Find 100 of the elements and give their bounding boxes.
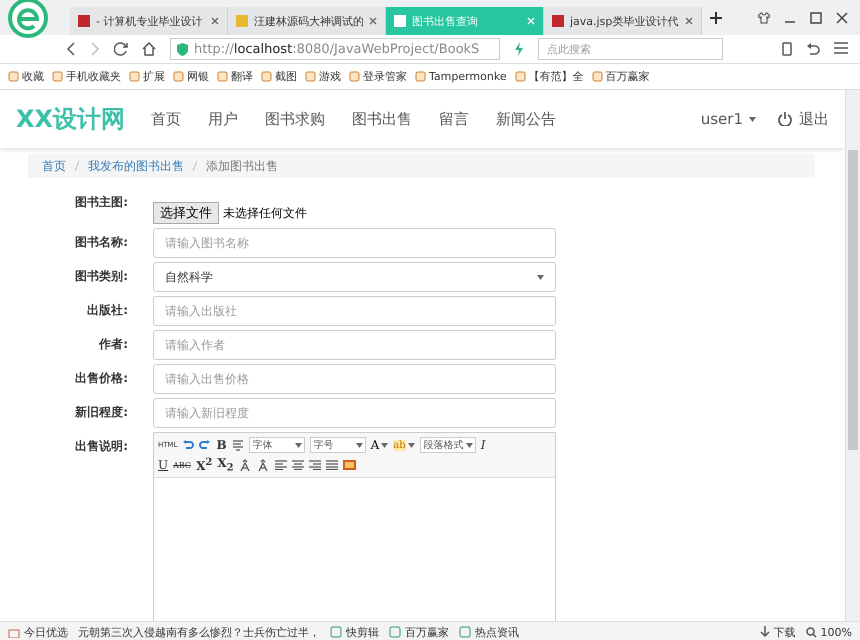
bookmark-icon [415,71,426,82]
caret-icon [537,274,544,280]
zoom-level[interactable]: 100% [806,626,852,638]
choose-file-button[interactable]: 选择文件 [153,202,219,224]
toolbar-button[interactable]: I [480,438,486,452]
maximize-icon[interactable] [810,12,822,24]
file-status: 未选择任何文件 [223,204,307,222]
field-label: 出售说明: [74,438,128,455]
close-icon[interactable] [685,17,693,25]
bookmark-icon [129,71,140,82]
news-ticker[interactable]: 元朝第三次入侵越南有多么惨烈？士兵伤亡过半， [78,624,320,640]
download-icon [760,626,770,638]
browser-logo-icon[interactable] [8,0,48,38]
field-label: 图书主图: [74,194,128,211]
caret-icon [466,442,473,448]
toolbar-button[interactable]: X$^{2}$ [196,457,212,473]
search-icon [806,626,817,638]
toolbar-button[interactable]: B [216,438,227,452]
bookmark-item[interactable]: 截图 [261,69,297,84]
back-icon[interactable] [66,42,76,56]
clear-format-icon[interactable] [232,439,244,451]
align-center-icon[interactable] [292,460,304,470]
bookmark-icon [349,71,360,82]
toolbar-select[interactable]: 字号 [310,437,366,453]
align-left-icon[interactable] [274,460,287,470]
toolbar-button[interactable]: ABC [173,460,192,470]
close-icon[interactable] [211,17,219,25]
menu-icon[interactable] [834,42,848,54]
nav-link[interactable]: 用户 [208,110,238,128]
browser-tab[interactable]: - 计算机专业毕业设计 [70,7,228,35]
bookmark-item[interactable]: 收藏 [8,69,44,84]
redo-icon[interactable] [199,439,212,451]
bookmark-icon [592,71,603,82]
align-right-icon[interactable] [308,460,321,470]
nav-link[interactable]: 图书求购 [265,110,326,128]
nav-link[interactable]: 留言 [439,110,470,128]
field-label: 新旧程度: [74,404,128,421]
bookmark-icon [173,71,184,82]
bookmark-item[interactable]: 登录管家 [349,69,407,84]
bookmark-item[interactable]: 翻译 [217,69,253,84]
caret-icon [294,442,302,448]
bookmark-item[interactable]: Tampermonke [415,70,507,83]
bookmark-item[interactable]: 网银 [173,69,209,84]
bookmark-icon [52,71,63,82]
lightning-icon[interactable] [514,42,524,56]
status-item[interactable]: 快剪辑 [330,624,379,640]
download-button[interactable]: 下载 [760,624,796,640]
browser-tab[interactable]: 汪建林源码大神调试的 [228,7,386,35]
new-tab-icon[interactable] [710,12,722,24]
shield-icon [177,42,188,56]
accent-letter-icon[interactable] [256,458,270,472]
bookmark-item[interactable]: 扩展 [129,69,165,84]
bookmark-icon [217,71,228,82]
bookmark-icon [261,71,272,82]
bookmark-item[interactable]: 【有范】全 [514,69,584,84]
bookmark-item[interactable]: 百万赢家 [592,69,650,84]
slash-separator-icon [74,160,80,172]
toolbar-select[interactable]: 字体 [248,437,305,453]
status-item[interactable]: 今日优选 [8,624,68,640]
status-item[interactable]: 百万赢家 [389,624,449,640]
undo-icon[interactable] [806,42,820,56]
bookmark-icon [305,71,316,82]
close-icon[interactable] [369,17,377,25]
bookmark-item[interactable]: 手机收藏夹 [52,69,121,84]
browser-tab[interactable]: java.jsp类毕业设计代 [544,7,702,35]
breadcrumb-link[interactable]: 我发布的图书出售 [88,158,184,174]
slash-separator-icon [192,160,198,172]
nav-link[interactable]: 首页 [151,110,182,128]
close-icon[interactable] [836,12,848,24]
field-label: 图书名称: [74,234,128,251]
toolbar-button[interactable]: X$_{2}$ [217,456,234,474]
field-label: 作者: [98,336,128,353]
bookmark-icon [514,71,526,82]
phone-icon[interactable] [782,42,792,56]
shirt-icon[interactable] [758,12,770,24]
address-bar[interactable]: http://localhost:8080/JavaWebProject/BookS [170,38,500,60]
status-item[interactable]: 热点资讯 [459,624,519,640]
reload-icon[interactable] [114,42,128,56]
toolbar-button[interactable]: U [158,458,168,472]
nav-link[interactable]: 图书出售 [352,110,412,128]
justify-icon[interactable] [326,460,338,470]
app-icon [330,626,342,638]
caret-icon [381,442,388,448]
category-select[interactable]: 自然科学 [153,262,556,292]
home-icon[interactable] [142,42,156,56]
toolbar-select[interactable]: 段落格式 [420,437,476,453]
scrollbar[interactable] [845,90,860,621]
nav-link[interactable]: 新闻公告 [496,110,556,128]
caret-icon [749,116,756,122]
breadcrumb-link[interactable]: 首页 [42,158,66,174]
undo-icon[interactable] [182,439,194,451]
accent-letter-icon[interactable] [238,458,252,472]
field-label: 出售价格: [74,370,128,387]
image-icon[interactable] [342,460,356,470]
logout-link[interactable]: 退出 [778,110,829,128]
user-menu[interactable]: user1 [700,110,756,128]
field-label: 图书类别: [74,268,128,285]
caret-icon [356,442,363,448]
bookmark-item[interactable]: 游戏 [305,69,341,84]
font-color-button[interactable]: A [370,438,388,452]
